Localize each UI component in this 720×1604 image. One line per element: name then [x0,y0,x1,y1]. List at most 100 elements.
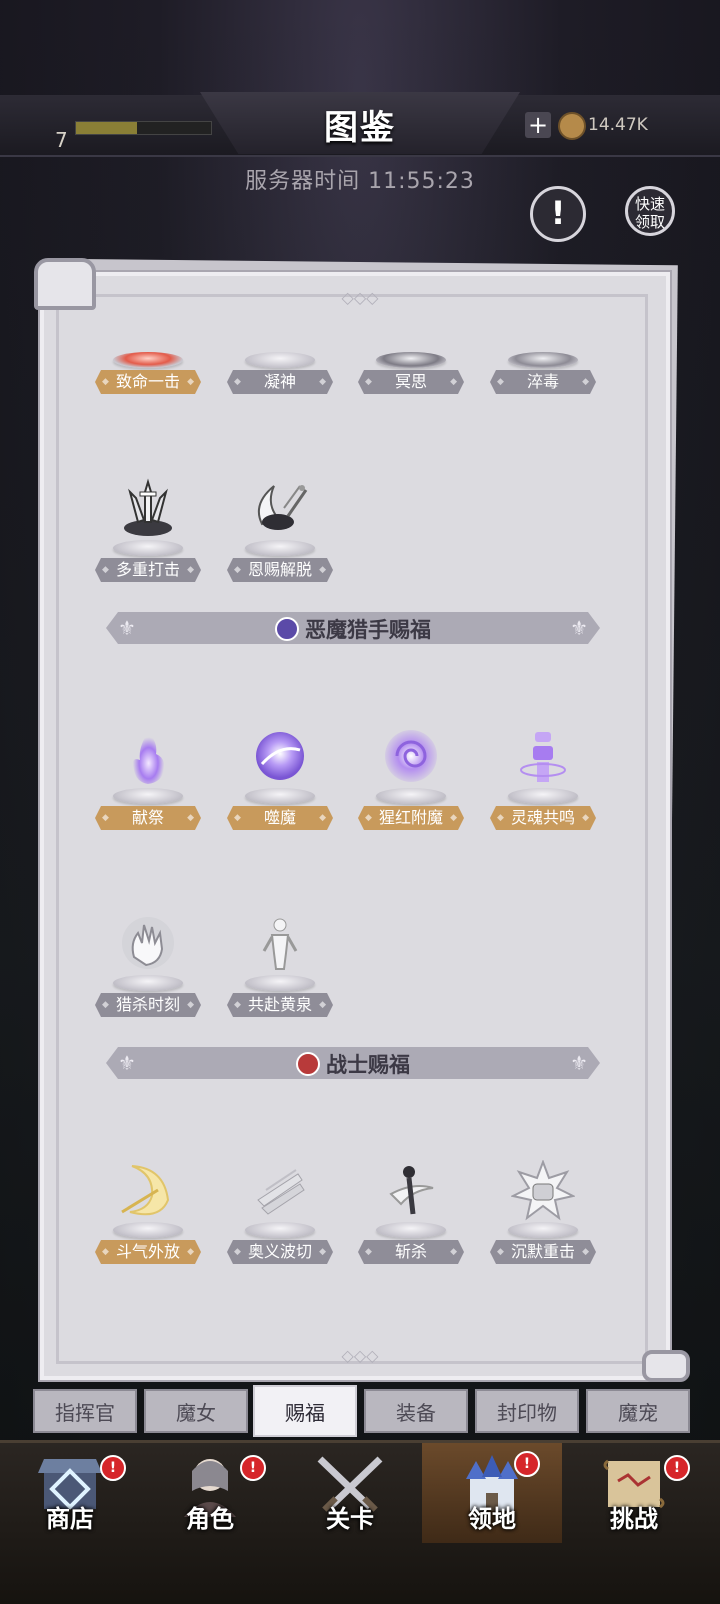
blessing-item[interactable]: 噬魔 [227,718,333,830]
section-title: 恶魔猎手赐福 [305,618,431,642]
alert-badge: ! [664,1455,690,1481]
blessing-item[interactable]: 沉默重击 [490,1152,596,1264]
gold-crescent-icon [121,1165,170,1216]
section-title: 战士赐福 [326,1053,410,1077]
purple-totem-icon [520,732,566,782]
coin-value: 14.47K [588,115,648,135]
pedestal [508,352,578,368]
nav-challenge[interactable]: ! 挑战 [564,1443,704,1543]
release-slash-icon [258,485,308,530]
blessing-label: 冥思 [358,370,464,394]
fist-impact-icon [511,1160,575,1221]
blade-wave-icon [257,1169,305,1215]
blessing-item[interactable]: 猎杀时刻 [95,905,201,1017]
alert-badge: ! [514,1451,540,1477]
tab-blessing[interactable]: 赐福 [253,1385,357,1437]
tab-pet[interactable]: 魔宠 [586,1389,690,1433]
blessing-label: 斗气外放 [95,1240,201,1264]
pedestal [113,352,183,368]
spirit-figure-icon [262,918,298,970]
blessing-item[interactable]: 多重打击 [95,470,201,582]
blessing-item[interactable]: 猩红附魔 [358,718,464,830]
blessing-item[interactable]: 斩杀 [358,1152,464,1264]
blessing-label: 淬毒 [490,370,596,394]
purple-vortex-icon [385,730,437,782]
blessing-label: 多重打击 [95,558,201,582]
blessing-label: 恩赐解脱 [227,558,333,582]
blessing-label: 致命一击 [95,370,201,394]
tab-commander[interactable]: 指挥官 [33,1389,137,1433]
paper-clip-icon [642,1350,690,1382]
blessing-item[interactable]: 致命一击 [95,282,201,394]
alert-badge: ! [100,1455,126,1481]
blessing-item[interactable]: 斗气外放 [95,1152,201,1264]
nav-shop[interactable]: ! 商店 [0,1443,140,1543]
demon-hunter-icon [275,617,299,641]
blessing-label: 共赴黄泉 [227,993,333,1017]
nav-territory[interactable]: ! 领地 [422,1443,562,1543]
pedestal [245,352,315,368]
blessing-label: 奥义波切 [227,1240,333,1264]
multi-swords-icon [124,478,172,536]
blessing-item[interactable]: 奥义波切 [227,1152,333,1264]
execute-slash-icon [389,1166,434,1215]
pedestal [113,1222,183,1238]
pedestal [376,1222,446,1238]
grasping-hand-icon [122,917,174,969]
blessing-item[interactable]: 凝神 [227,282,333,394]
blessing-label: 沉默重击 [490,1240,596,1264]
coin-icon [558,112,586,140]
nav-label: 角色 [186,1505,234,1533]
blessing-label: 献祭 [95,806,201,830]
purple-flame-icon [132,732,165,784]
info-button[interactable]: ! [530,186,586,242]
pedestal [113,540,183,556]
pedestal [245,788,315,804]
blessing-label: 猩红附魔 [358,806,464,830]
fleur-icon: ⚜ [570,616,588,640]
server-time: 服务器时间 11:55:23 [245,169,475,194]
quick-claim-button[interactable]: 快速领取 [625,186,675,236]
nav-label: 领地 [468,1505,516,1533]
blessing-item[interactable]: 献祭 [95,718,201,830]
blessing-label: 猎杀时刻 [95,993,201,1017]
nav-label: 商店 [46,1505,94,1533]
nav-character[interactable]: ! 角色 [140,1443,280,1543]
alert-badge: ! [240,1455,266,1481]
blessing-item[interactable]: 共赴黄泉 [227,905,333,1017]
blessing-item[interactable]: 淬毒 [490,282,596,394]
blessing-label: 噬魔 [227,806,333,830]
bottom-navigation: ! 商店 ! 角色 关卡 ! 领地 ! 挑战 [0,1440,720,1604]
blessing-item[interactable]: 恩赐解脱 [227,470,333,582]
warrior-sword-icon [296,1052,320,1076]
section-header-warrior: ⚜ 战士赐福 ⚜ [106,1047,600,1079]
tab-witch[interactable]: 魔女 [144,1389,248,1433]
pedestal [376,788,446,804]
blessing-label: 灵魂共鸣 [490,806,596,830]
tab-equipment[interactable]: 装备 [364,1389,468,1433]
nav-label: 关卡 [326,1505,374,1533]
exclamation-icon: ! [550,194,566,232]
pedestal [113,788,183,804]
pedestal [245,1222,315,1238]
pedestal [113,975,183,991]
pedestal [508,1222,578,1238]
blessing-label: 凝神 [227,370,333,394]
category-tabs: 指挥官 魔女 赐福 装备 封印物 魔宠 [33,1385,693,1437]
blessing-label: 斩杀 [358,1240,464,1264]
add-currency-button[interactable]: + [525,112,551,138]
blessing-item[interactable]: 灵魂共鸣 [490,718,596,830]
pedestal [245,975,315,991]
nav-stage[interactable]: 关卡 [280,1443,420,1543]
section-header-demon-hunter: ⚜ 恶魔猎手赐福 ⚜ [106,612,600,644]
pedestal [376,352,446,368]
nav-label: 挑战 [610,1505,658,1533]
fleur-icon: ⚜ [570,1051,588,1075]
pedestal [245,540,315,556]
purple-orb-icon [256,732,304,780]
ornament-icon: ◇◇◇ [341,1346,379,1365]
tab-seal[interactable]: 封印物 [475,1389,579,1433]
paper-clip-icon [34,258,96,310]
pedestal [508,788,578,804]
blessing-item[interactable]: 冥思 [358,282,464,394]
